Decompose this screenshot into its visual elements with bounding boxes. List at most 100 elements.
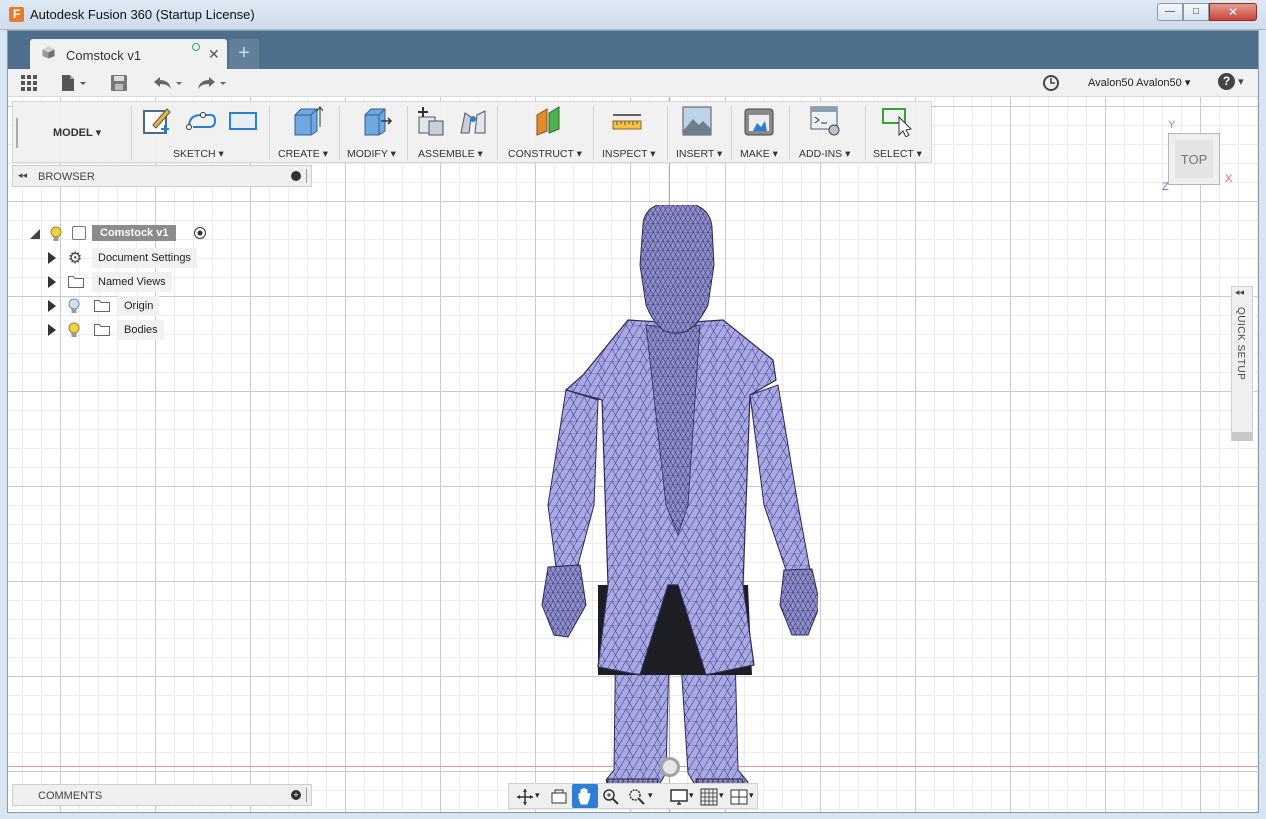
ribbon-group-label: CREATE bbox=[278, 148, 320, 160]
ribbon-separator bbox=[407, 106, 408, 160]
panel-grip-handle[interactable] bbox=[306, 169, 308, 183]
add-comment-icon[interactable]: + bbox=[291, 790, 301, 800]
ribbon-separator bbox=[593, 106, 594, 160]
viewcube-axis-z-label: Z bbox=[1162, 181, 1169, 193]
ribbon-grip-handle[interactable] bbox=[16, 118, 18, 148]
minimize-button[interactable]: — bbox=[1157, 3, 1183, 21]
minimize-panel-icon[interactable] bbox=[291, 171, 301, 181]
ribbon-group-assemble[interactable]: ASSEMBLE ▾ bbox=[418, 148, 483, 160]
document-tab-label: Comstock v1 bbox=[66, 48, 142, 63]
ribbon-group-create[interactable]: CREATE ▾ bbox=[278, 148, 328, 160]
orbit-icon[interactable] bbox=[515, 787, 535, 807]
lightbulb-on-icon[interactable] bbox=[68, 322, 80, 338]
document-tab[interactable]: Comstock v1 ✕ bbox=[30, 39, 227, 69]
measure-icon[interactable] bbox=[611, 105, 643, 137]
expand-triangle-icon[interactable] bbox=[48, 300, 56, 312]
ribbon-separator bbox=[731, 106, 732, 160]
tree-item-bodies[interactable]: Bodies bbox=[48, 320, 228, 340]
viewcube[interactable]: TOP Y X Z bbox=[1158, 119, 1232, 193]
fusion-logo-icon: F bbox=[9, 7, 24, 22]
tree-item-origin[interactable]: Origin bbox=[48, 296, 228, 316]
tree-root-row[interactable]: Comstock v1 bbox=[28, 224, 218, 244]
scripts-addins-icon[interactable] bbox=[809, 105, 841, 137]
press-pull-icon[interactable] bbox=[361, 105, 393, 137]
help-menu[interactable]: ? ▾ bbox=[1218, 73, 1250, 91]
display-settings-icon[interactable] bbox=[669, 787, 689, 807]
chevron-down-icon: ▾ bbox=[1238, 76, 1244, 88]
create-sketch-icon[interactable] bbox=[141, 105, 173, 137]
close-window-button[interactable]: ✕ bbox=[1209, 3, 1257, 21]
extrude-icon[interactable] bbox=[291, 105, 323, 137]
user-account-menu[interactable]: Avalon50 Avalon50 ▾ bbox=[1088, 76, 1190, 89]
document-tab-bar: Comstock v1 ✕ + bbox=[8, 31, 1258, 69]
quick-setup-scroll-handle[interactable] bbox=[1232, 432, 1253, 441]
insert-image-icon[interactable] bbox=[681, 105, 713, 137]
activate-radio-icon[interactable] bbox=[194, 227, 206, 239]
window-select-icon[interactable] bbox=[881, 105, 913, 137]
ribbon-group-inspect[interactable]: INSPECT ▾ bbox=[602, 148, 656, 160]
viewports-icon[interactable] bbox=[729, 787, 749, 807]
tree-item-label: Named Views bbox=[92, 272, 172, 292]
expand-triangle-icon[interactable] bbox=[48, 276, 56, 288]
quick-setup-expand-icon[interactable]: ◂◂ bbox=[1235, 287, 1244, 298]
rectangle-tool-icon[interactable] bbox=[227, 105, 259, 137]
expand-triangle-icon[interactable] bbox=[48, 324, 56, 336]
joint-icon[interactable] bbox=[457, 105, 489, 137]
browser-panel-header[interactable]: ◂◂ BROWSER bbox=[12, 165, 312, 187]
tree-item-document-settings[interactable]: ⚙ Document Settings bbox=[48, 248, 228, 268]
new-tab-button[interactable]: + bbox=[229, 39, 259, 69]
workspace-switcher[interactable]: MODEL ▾ bbox=[53, 126, 101, 139]
collapse-browser-icon[interactable]: ◂◂ bbox=[18, 170, 27, 181]
chevron-down-icon[interactable]: ▾ bbox=[689, 790, 694, 801]
ribbon-group-insert[interactable]: INSERT ▾ bbox=[676, 148, 722, 160]
ribbon-group-modify[interactable]: MODIFY ▾ bbox=[347, 148, 396, 160]
new-component-icon[interactable] bbox=[415, 105, 447, 137]
model-canvas[interactable]: TOP Y X Z ◂◂ QUICK SETUP Comstock v1 ⚙ D bbox=[8, 97, 1258, 812]
line-tool-icon[interactable] bbox=[185, 105, 217, 137]
quick-setup-panel[interactable]: ◂◂ QUICK SETUP bbox=[1231, 286, 1253, 441]
lightbulb-on-icon[interactable] bbox=[50, 226, 62, 242]
component-icon bbox=[72, 226, 86, 240]
save-icon[interactable] bbox=[110, 74, 128, 92]
look-at-icon[interactable] bbox=[549, 787, 569, 807]
quick-setup-label: QUICK SETUP bbox=[1235, 307, 1246, 381]
chevron-down-icon[interactable]: ▾ bbox=[648, 790, 653, 801]
comments-panel[interactable]: COMMENTS + bbox=[12, 784, 312, 806]
job-status-clock-icon[interactable] bbox=[1042, 74, 1060, 92]
pan-button[interactable] bbox=[572, 784, 598, 808]
window-titlebar: F Autodesk Fusion 360 (Startup License) … bbox=[0, 0, 1266, 30]
close-tab-button[interactable]: ✕ bbox=[208, 46, 220, 63]
tree-item-label: Bodies bbox=[118, 320, 164, 340]
redo-icon[interactable] bbox=[195, 74, 229, 92]
ribbon-group-label: MAKE bbox=[740, 148, 770, 160]
undo-icon[interactable] bbox=[151, 74, 185, 92]
zoom-icon[interactable] bbox=[601, 787, 621, 807]
viewcube-top-face[interactable]: TOP bbox=[1168, 133, 1220, 185]
chevron-down-icon[interactable]: ▾ bbox=[535, 790, 540, 801]
data-panel-grid-icon[interactable] bbox=[20, 74, 38, 92]
chevron-down-icon[interactable]: ▾ bbox=[719, 790, 724, 801]
lightbulb-off-icon[interactable] bbox=[68, 298, 80, 314]
user-name-label: Avalon50 Avalon50 bbox=[1088, 77, 1182, 89]
maximize-button[interactable]: □ bbox=[1183, 3, 1209, 21]
ribbon-group-addins[interactable]: ADD-INS ▾ bbox=[799, 148, 850, 160]
expand-triangle-icon[interactable] bbox=[48, 252, 56, 264]
tree-item-named-views[interactable]: Named Views bbox=[48, 272, 228, 292]
tree-root-label: Comstock v1 bbox=[92, 225, 177, 241]
zoom-window-icon[interactable] bbox=[627, 787, 647, 807]
panel-grip-handle[interactable] bbox=[306, 788, 308, 802]
ribbon-separator bbox=[269, 106, 270, 160]
grid-settings-icon[interactable] bbox=[699, 787, 719, 807]
offset-plane-icon[interactable] bbox=[533, 105, 565, 137]
mesh-body-figure[interactable] bbox=[528, 205, 818, 801]
ribbon-group-construct[interactable]: CONSTRUCT ▾ bbox=[508, 148, 582, 160]
ribbon-group-select[interactable]: SELECT ▾ bbox=[873, 148, 922, 160]
origin-point-icon[interactable] bbox=[660, 757, 680, 777]
collapse-triangle-icon[interactable] bbox=[30, 229, 40, 239]
viewcube-axis-x-label: X bbox=[1225, 173, 1233, 185]
ribbon-group-sketch[interactable]: SKETCH ▾ bbox=[173, 148, 224, 160]
ribbon-group-make[interactable]: MAKE ▾ bbox=[740, 148, 778, 160]
chevron-down-icon[interactable]: ▾ bbox=[749, 790, 754, 801]
3d-print-icon[interactable] bbox=[743, 105, 775, 137]
file-menu-icon[interactable] bbox=[60, 74, 90, 92]
